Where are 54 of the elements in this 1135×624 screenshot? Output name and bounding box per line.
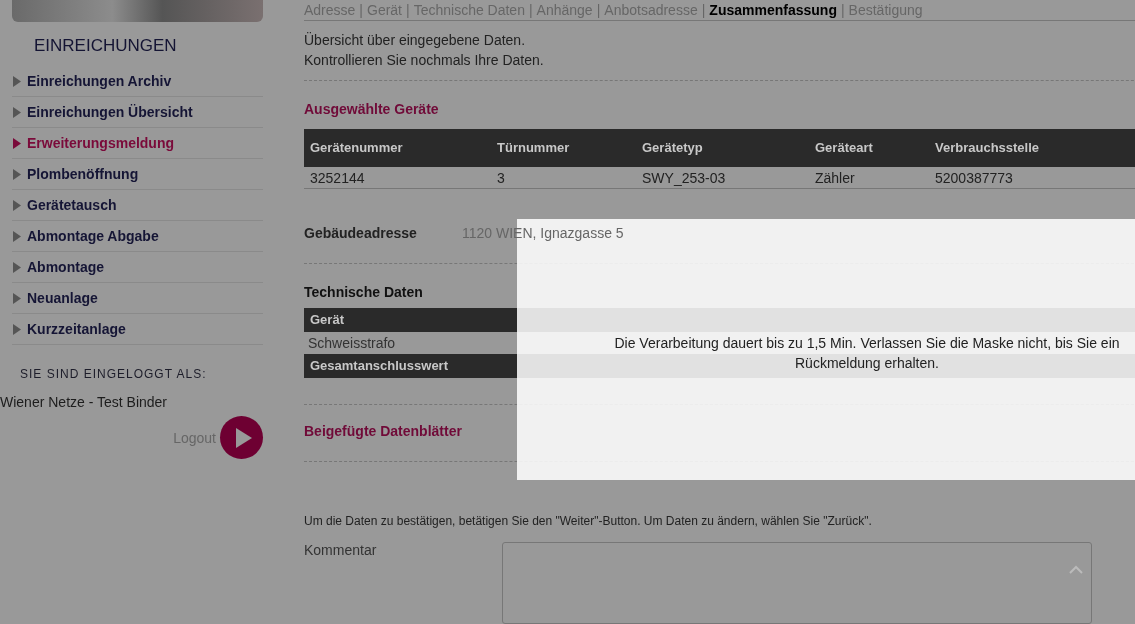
sidebar-item[interactable]: Kurzzeitanlage (12, 314, 263, 345)
sidebar-item[interactable]: Gerätetausch (12, 190, 263, 221)
play-icon (236, 427, 252, 448)
total-label: Gesamtanschlusswert (309, 358, 448, 374)
table-cell-text: 5200387773 (934, 169, 1013, 186)
sidebar-heading: EINREICHUNGEN (33, 35, 178, 57)
comment-field[interactable] (502, 542, 1092, 624)
section-title: Technische Daten (304, 283, 424, 300)
separator: | (840, 1, 845, 18)
user-name: Wiener Netze - Test Binder (0, 394, 169, 410)
column-header: Gerätetyp (641, 140, 703, 156)
table-cell-text: 3 (496, 169, 505, 186)
sidebar-item[interactable]: Neuanlage (12, 283, 263, 314)
sidebar-item[interactable]: Einreichungen Archiv (12, 66, 263, 97)
separator: | (596, 1, 601, 18)
column-header: Verbrauchsstelle (934, 140, 1040, 156)
separator: | (701, 1, 706, 18)
section-title: Ausgewählte Geräte (304, 100, 440, 117)
triangle-icon (13, 230, 21, 242)
column-header: Geräteart (814, 140, 873, 156)
separator: | (528, 1, 533, 18)
triangle-icon (13, 106, 21, 118)
sidebar-item[interactable]: Einreichungen Übersicht (12, 97, 263, 128)
triangle-icon (13, 199, 21, 211)
table-cell-text: SWY_253-03 (641, 169, 726, 186)
separator: | (406, 1, 410, 18)
intro-text: Kontrollieren Sie nochmals Ihre Daten. (304, 50, 545, 70)
login-label: SIE SIND EINGELOGGT ALS: (20, 367, 208, 381)
scroll-up-icon[interactable] (1069, 565, 1083, 574)
sidebar-item[interactable]: Plombenöffnung (12, 159, 263, 190)
sidebar-item[interactable]: Erweiterungsmeldung (12, 128, 263, 159)
sidebar-item[interactable]: Abmontage Abgabe (12, 221, 263, 252)
breadcrumb-step[interactable]: Zusammenfassung (709, 1, 837, 18)
instruction-text: Um die Daten zu bestätigen, betätigen Sie den "Weiter"-Button. Um Daten zu ändern, wählen Sie "Zurück". (304, 514, 873, 528)
table-cell-text: 3252144 (309, 169, 365, 186)
column-header: Türnummer (496, 140, 570, 156)
triangle-icon (13, 292, 21, 304)
triangle-icon (13, 137, 21, 149)
table-cell: Schweisstrafo (308, 334, 396, 351)
triangle-icon (13, 168, 21, 180)
triangle-icon (13, 75, 21, 87)
triangle-icon (13, 323, 21, 335)
address-label: Gebäudeadresse (304, 224, 418, 241)
intro-text: Übersicht über eingegebene Daten. (304, 30, 527, 50)
sidebar-item[interactable]: Abmontage (12, 252, 263, 283)
column-header: Gerät (309, 312, 344, 328)
logout-button[interactable] (220, 416, 263, 459)
separator: | (359, 1, 363, 18)
triangle-icon (13, 261, 21, 273)
dialog-message: Die Verarbeitung dauert bis zu 1,5 Min. Verlassen Sie die Maske nicht, bis Sie ein Rückmeldung erhalten. (614, 333, 1120, 373)
column-header: Gerätenummer (309, 140, 403, 156)
comment-label: Kommentar (304, 542, 378, 560)
section-title: Beigefügte Datenblätter (304, 423, 463, 439)
table-cell-text: Zähler (814, 169, 855, 186)
